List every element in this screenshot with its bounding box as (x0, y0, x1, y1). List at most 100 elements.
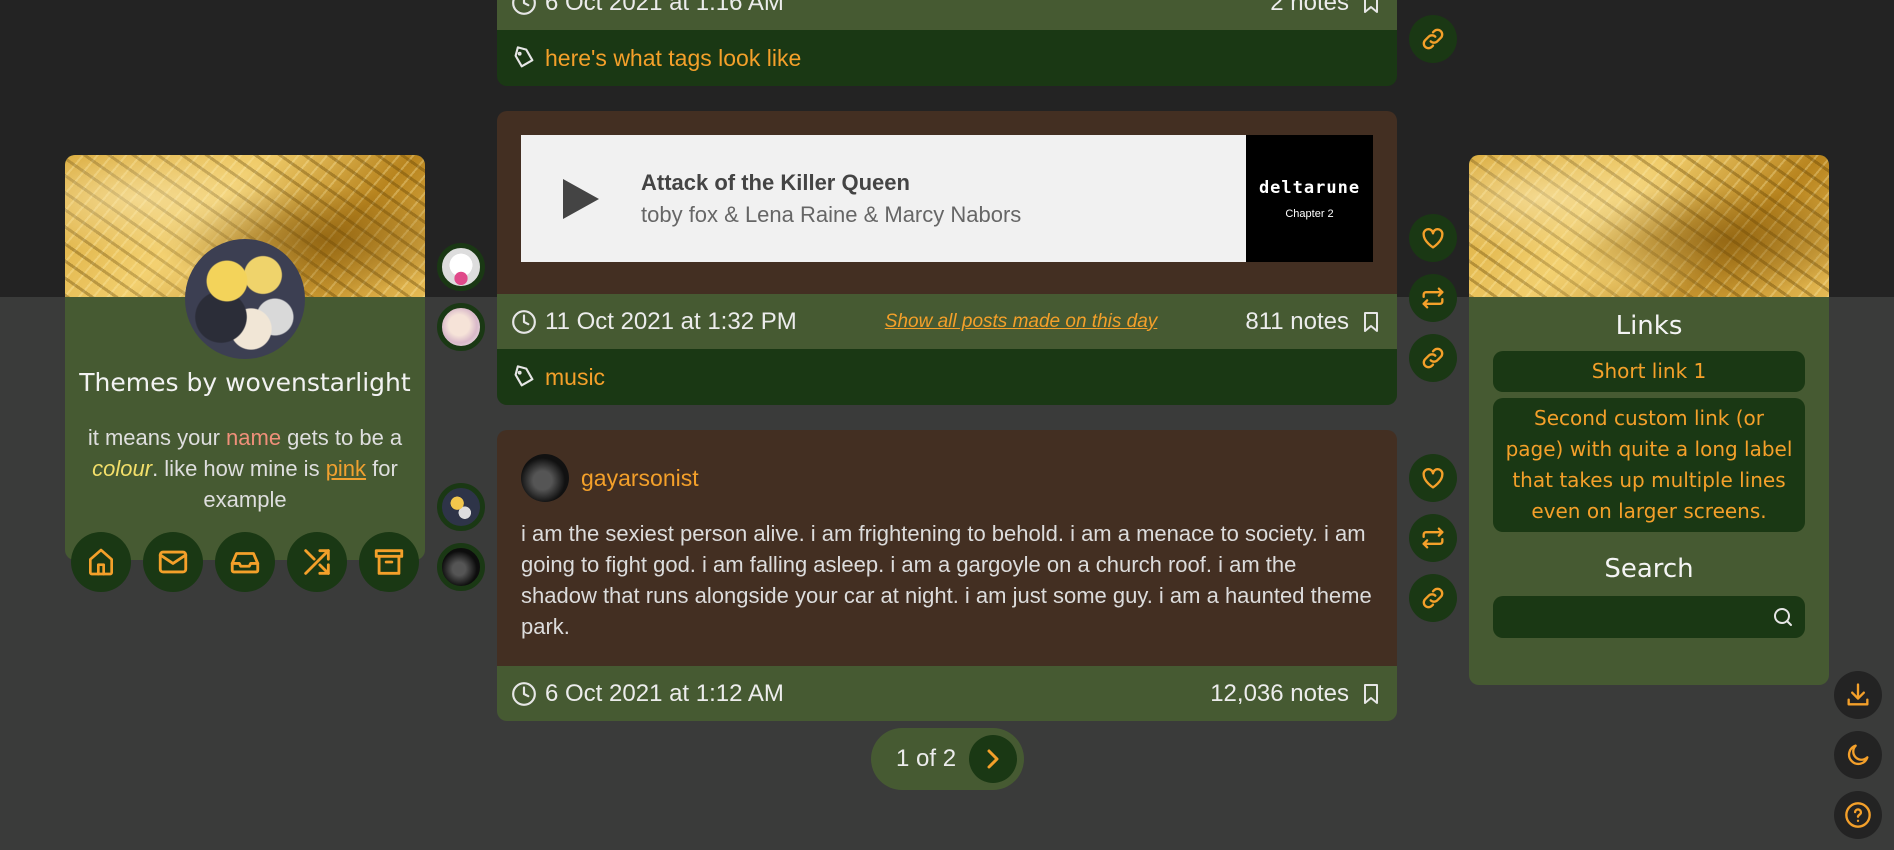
clock-icon (512, 309, 536, 334)
desc-name: name (226, 425, 282, 450)
blog-title: Themes by wovenstarlight (79, 368, 411, 397)
tag-icon (514, 365, 534, 387)
nav-home-button[interactable] (71, 532, 131, 592)
album-subtitle: Chapter 2 (1285, 207, 1334, 220)
play-button[interactable] (521, 177, 641, 221)
nav-random-button[interactable] (287, 532, 347, 592)
post-date[interactable]: 6 Oct 2021 at 1:16 AM (511, 0, 784, 17)
desc-text: . like how mine is (152, 456, 326, 481)
audio-track-title: Attack of the Killer Queen (641, 169, 910, 195)
reblog-avatar[interactable] (437, 243, 485, 291)
post: 6 Oct 2021 at 1:16 AM 2 notes here's wha… (497, 0, 1397, 86)
post-notes[interactable]: 2 notes (1270, 0, 1383, 17)
heart-icon (1422, 468, 1444, 489)
permalink-button[interactable] (1409, 574, 1457, 622)
tag-link[interactable]: here's what tags look like (545, 45, 801, 72)
sidebar-banner (1469, 155, 1829, 297)
sidebar-card: Links Short link 1 Second custom link (o… (1469, 155, 1829, 685)
post: Attack of the Killer Queen toby fox & Le… (497, 111, 1397, 405)
download-icon (1847, 683, 1869, 706)
like-button[interactable] (1409, 214, 1457, 262)
reblog-avatar[interactable] (437, 543, 485, 591)
author-avatar[interactable] (521, 454, 569, 502)
reblog-avatar[interactable] (437, 483, 485, 531)
post-date-text: 6 Oct 2021 at 1:16 AM (545, 0, 784, 16)
post-footer: 6 Oct 2021 at 1:16 AM 2 notes (497, 0, 1397, 30)
post-date[interactable]: 11 Oct 2021 at 1:32 PM (511, 308, 797, 336)
inbox-icon (230, 552, 260, 574)
post-notes[interactable]: 811 notes (1245, 308, 1383, 336)
show-day-link[interactable]: Show all posts made on this day (797, 311, 1246, 333)
permalink-button[interactable] (1409, 334, 1457, 382)
search-box (1493, 596, 1805, 638)
home-icon (89, 548, 113, 576)
shuffle-icon (304, 549, 330, 575)
mail-icon (158, 550, 188, 574)
post-tags: music (497, 349, 1397, 405)
link-icon (1422, 28, 1444, 50)
audio-player: Attack of the Killer Queen toby fox & Le… (521, 135, 1373, 262)
link-icon (1422, 347, 1444, 369)
post-body: Attack of the Killer Queen toby fox & Le… (497, 111, 1397, 294)
blog-avatar[interactable] (185, 239, 305, 359)
nav-submit-button[interactable] (215, 532, 275, 592)
archive-icon (374, 549, 404, 575)
nav-ask-button[interactable] (143, 532, 203, 592)
permalink-button[interactable] (1409, 15, 1457, 63)
tag-icon (514, 46, 534, 68)
chevron-right-icon (987, 749, 999, 769)
reblog-icon (1422, 287, 1444, 309)
post-date-text: 6 Oct 2021 at 1:12 AM (545, 679, 784, 707)
notes-count: 2 notes (1270, 0, 1349, 16)
post-footer: 11 Oct 2021 at 1:32 PM Show all posts ma… (497, 294, 1397, 349)
notes-count: 12,036 notes (1210, 679, 1349, 707)
like-button[interactable] (1409, 454, 1457, 502)
download-button[interactable] (1834, 671, 1882, 719)
notes-count: 811 notes (1245, 307, 1349, 335)
search-heading: Search (1604, 554, 1694, 584)
post-author: gayarsonist (497, 430, 1397, 502)
theme-toggle-button[interactable] (1834, 731, 1882, 779)
help-icon (1845, 802, 1871, 828)
heart-icon (1422, 228, 1444, 249)
post-date[interactable]: 6 Oct 2021 at 1:12 AM (511, 680, 784, 708)
next-page-button[interactable] (969, 735, 1017, 783)
clock-icon (512, 0, 536, 15)
search-icon[interactable] (1771, 605, 1795, 629)
post: gayarsonist i am the sexiest person aliv… (497, 430, 1397, 721)
author-name[interactable]: gayarsonist (581, 465, 699, 492)
desc-text: it means your (87, 425, 227, 450)
album-art: deltarune Chapter 2 (1246, 135, 1373, 262)
post-tags: here's what tags look like (497, 30, 1397, 86)
clock-icon (512, 681, 536, 706)
help-button[interactable] (1834, 791, 1882, 839)
reblog-avatar[interactable] (437, 303, 485, 351)
sidebar-link-1[interactable]: Short link 1 (1493, 351, 1805, 392)
link-icon (1422, 587, 1444, 609)
album-logo: deltarune (1258, 177, 1361, 198)
reblog-button[interactable] (1409, 514, 1457, 562)
bookmark-icon (1364, 0, 1378, 13)
post-body: gayarsonist i am the sexiest person aliv… (497, 430, 1397, 666)
moon-icon (1847, 744, 1869, 766)
search-input[interactable] (1503, 606, 1771, 628)
nav-archive-button[interactable] (359, 532, 419, 592)
audio-artist: toby fox & Lena Raine & Marcy Nabors (641, 201, 1022, 227)
blog-description: it means your name gets to be a colour. … (85, 422, 405, 515)
pagination: 1 of 2 (871, 728, 1024, 790)
reblog-icon (1422, 527, 1444, 549)
play-icon (563, 178, 599, 219)
post-date-text: 11 Oct 2021 at 1:32 PM (545, 307, 797, 335)
desc-colour: colour (92, 456, 153, 481)
tag-link[interactable]: music (545, 364, 605, 391)
bookmark-icon (1364, 311, 1378, 332)
sidebar-link-2[interactable]: Second custom link (or page) with quite … (1493, 398, 1805, 532)
desc-text: gets to be a (281, 425, 403, 450)
post-footer: 6 Oct 2021 at 1:12 AM 12,036 notes (497, 666, 1397, 721)
bookmark-icon (1364, 683, 1378, 704)
post-text: i am the sexiest person alive. i am frig… (521, 521, 1372, 639)
post-notes[interactable]: 12,036 notes (1210, 680, 1383, 708)
page-indicator: 1 of 2 (896, 745, 957, 772)
desc-pink-link[interactable]: pink (326, 456, 366, 481)
reblog-button[interactable] (1409, 274, 1457, 322)
